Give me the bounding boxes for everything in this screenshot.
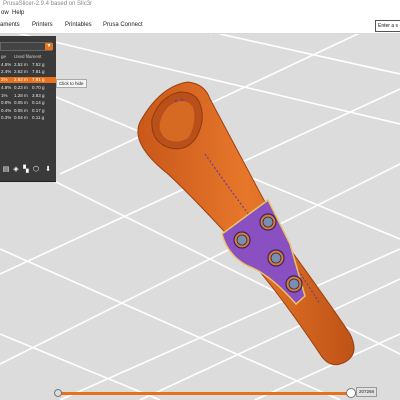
legend-row[interactable]: 0.8% 0.05 m 0.14 g bbox=[0, 100, 56, 106]
search-input[interactable]: Enter a s bbox=[375, 20, 400, 32]
arrow-down-icon[interactable]: ⬇ bbox=[44, 166, 52, 174]
legend-row[interactable]: 0.3% 0.04 m 0.11 g bbox=[0, 115, 56, 121]
tab-printables[interactable]: Printables bbox=[65, 22, 92, 28]
layers-icon[interactable]: ▤ bbox=[2, 166, 10, 174]
legend-header-used-filament: Used filament bbox=[14, 54, 42, 59]
legend-row-selected[interactable]: 2% 2.62 m 7.81 g bbox=[0, 77, 56, 83]
legend-row[interactable]: 4.8% 0.23 m 0.70 g bbox=[0, 85, 56, 91]
layer-slider-start-handle[interactable] bbox=[54, 389, 62, 397]
tooltip: Click to hide bbox=[56, 79, 87, 88]
tab-bar: aments Printers Printables Prusa Connect… bbox=[0, 17, 400, 34]
legend-row[interactable]: 2.4% 2.62 m 7.81 g bbox=[0, 69, 56, 75]
legend-panel: ▼ ge Used filament 4.5% 2.52 m 7.52 g 2.… bbox=[0, 36, 56, 182]
window-title: PrusaSlicer-2.9.4 based on Slic3r bbox=[0, 0, 400, 9]
view-toolbar: ▤ ◈ ▚ ⬡ ⬇ bbox=[0, 163, 56, 177]
tab-printers[interactable]: Printers bbox=[32, 22, 53, 28]
tab-prusa-connect[interactable]: Prusa Connect bbox=[103, 22, 143, 28]
menu-item-window[interactable]: ow bbox=[1, 9, 9, 17]
legend-row[interactable]: 1% 1.28 m 3.83 g bbox=[0, 93, 56, 99]
layer-slider-handle[interactable] bbox=[346, 388, 356, 398]
menu-bar: ow Help bbox=[0, 9, 400, 17]
legend-row[interactable]: 0.4% 0.06 m 0.17 g bbox=[0, 108, 56, 114]
legend-header-percent: ge bbox=[1, 54, 7, 59]
legend-row[interactable]: 4.5% 2.52 m 7.52 g bbox=[0, 62, 56, 68]
layer-slider-value: 207268 bbox=[356, 387, 378, 397]
tab-filaments[interactable]: aments bbox=[0, 22, 20, 28]
shapes-icon[interactable]: ⬡ bbox=[32, 166, 40, 174]
3d-viewport[interactable] bbox=[0, 34, 400, 400]
dropdown-arrow-icon[interactable]: ▼ bbox=[45, 43, 53, 50]
viewport-scene[interactable] bbox=[0, 34, 400, 400]
checker-icon[interactable]: ▚ bbox=[22, 166, 30, 174]
layer-slider-track[interactable] bbox=[58, 392, 358, 395]
cube-icon[interactable]: ◈ bbox=[12, 166, 20, 174]
menu-item-help[interactable]: Help bbox=[12, 9, 24, 17]
